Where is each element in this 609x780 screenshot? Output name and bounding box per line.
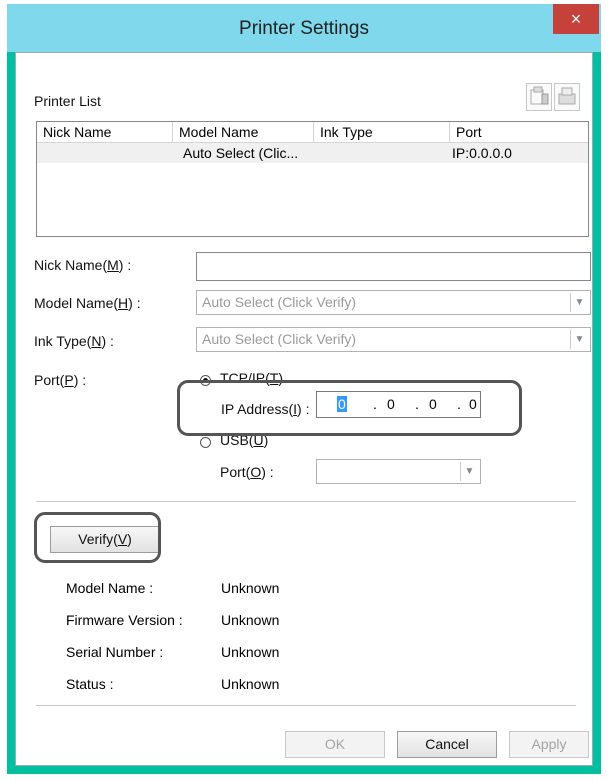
title-bar[interactable]: Printer Settings ×	[7, 4, 601, 52]
window-title: Printer Settings	[239, 18, 369, 39]
printer-add-icon[interactable]	[526, 83, 552, 111]
ink-type-value: Auto Select (Click Verify)	[202, 331, 357, 347]
column-nick-name[interactable]: Nick Name	[37, 122, 173, 142]
printer-list-label: Printer List	[34, 93, 101, 109]
separator	[36, 705, 576, 706]
info-status-value: Unknown	[221, 676, 280, 692]
info-firmware-key: Firmware Version :	[66, 612, 183, 628]
info-serial-key: Serial Number :	[66, 644, 164, 660]
column-ink-type[interactable]: Ink Type	[314, 122, 450, 142]
chevron-down-icon[interactable]: ▼	[570, 293, 588, 312]
chevron-down-icon[interactable]: ▼	[570, 330, 588, 349]
separator	[36, 501, 576, 502]
model-name-value: Auto Select (Click Verify)	[202, 294, 357, 310]
usb-radio[interactable]	[200, 437, 211, 448]
column-model-name[interactable]: Model Name	[173, 122, 314, 142]
cancel-button[interactable]: Cancel	[397, 731, 497, 758]
model-name-select[interactable]: Auto Select (Click Verify) ▼	[196, 290, 591, 315]
info-firmware-value: Unknown	[221, 612, 280, 628]
usb-port-label: Port(O) :	[220, 464, 274, 480]
ink-type-select[interactable]: Auto Select (Click Verify) ▼	[196, 327, 591, 352]
printer-list[interactable]: Nick Name Model Name Ink Type Port Auto …	[36, 121, 589, 237]
ok-button[interactable]: OK	[285, 731, 385, 758]
chevron-down-icon[interactable]: ▼	[460, 462, 478, 481]
info-serial-value: Unknown	[221, 644, 280, 660]
verify-callout	[34, 512, 161, 563]
port-label: Port(P) :	[34, 372, 87, 388]
column-port[interactable]: Port	[450, 122, 586, 142]
list-header: Nick Name Model Name Ink Type Port	[37, 122, 588, 143]
close-button[interactable]: ×	[553, 4, 599, 34]
nick-name-input[interactable]	[196, 252, 591, 281]
apply-button[interactable]: Apply	[509, 731, 589, 758]
row-model-name: Auto Select (Clic...	[183, 145, 299, 161]
usb-port-select[interactable]: ▼	[316, 459, 481, 484]
printer-delete-icon[interactable]	[554, 83, 580, 111]
ip-address-callout	[177, 380, 522, 436]
info-status-key: Status :	[66, 676, 114, 692]
ink-type-label: Ink Type(N) :	[34, 333, 114, 349]
info-model-name-key: Model Name :	[66, 580, 154, 596]
list-row[interactable]: Auto Select (Clic... IP:0.0.0.0	[37, 143, 588, 163]
model-name-label: Model Name(H) :	[34, 295, 141, 311]
info-model-name-value: Unknown	[221, 580, 280, 596]
nick-name-label: Nick Name(M) :	[34, 257, 132, 273]
row-port: IP:0.0.0.0	[452, 145, 512, 161]
